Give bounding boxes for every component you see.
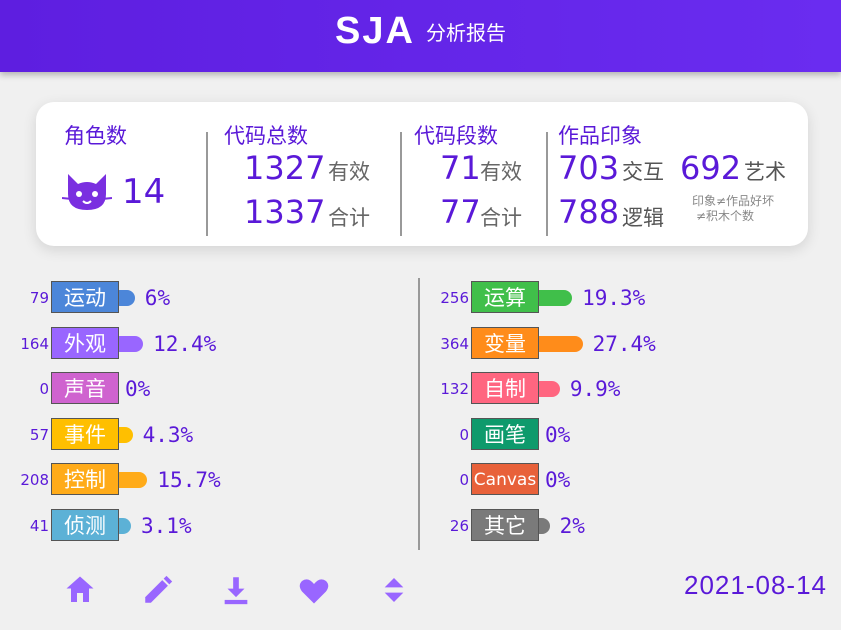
category-count: 364 — [440, 334, 469, 353]
impression-note-2: ≠积木个数 — [696, 209, 755, 223]
category-bar — [115, 472, 148, 488]
category-row: 132 自制 9.9% — [420, 372, 841, 406]
impression-art-value: 692 — [680, 149, 742, 187]
divider — [546, 132, 548, 236]
category-panel-left: 79 运动 6% 164 外观 12.4% 0 声音 0% 57 事件 4.3% 208 控制 15.7% 4… — [0, 278, 418, 550]
impression-interaction-value: 703 — [558, 149, 620, 187]
report-title: 分析报告 — [426, 21, 506, 45]
impression-note-1: 印象≠作品好坏 — [692, 194, 775, 208]
category-bar — [115, 335, 144, 352]
category-label: 其它 — [471, 508, 539, 541]
home-icon — [62, 572, 98, 612]
category-percent: 2% — [559, 513, 585, 538]
category-count: 0 — [459, 425, 469, 444]
code-total-valid: 1327 — [244, 149, 326, 187]
category-panel-right: 256 运算 19.3% 364 变量 27.4% 132 自制 9.9% 0 画笔 0% 0 Canva… — [420, 278, 841, 550]
divider — [206, 132, 208, 236]
category-count: 0 — [39, 380, 49, 398]
category-row: 41 侦测 3.1% — [0, 508, 418, 543]
cat-icon — [61, 170, 113, 214]
header: SJA 分析报告 — [0, 0, 841, 72]
category-row: 0 声音 0% — [0, 372, 418, 406]
category-percent: 0% — [125, 377, 151, 401]
impression-art-label: 艺术 — [744, 160, 786, 184]
roles-label: 角色数 — [64, 124, 127, 148]
category-row: 364 变量 27.4% — [420, 326, 841, 361]
roles-count: 14 — [122, 172, 166, 212]
impression-logic-label: 逻辑 — [622, 206, 664, 230]
category-count: 256 — [440, 289, 469, 307]
edit-button[interactable] — [138, 572, 178, 612]
divider — [400, 132, 402, 236]
category-row: 79 运动 6% — [0, 281, 418, 315]
category-row: 57 事件 4.3% — [0, 417, 418, 452]
impression-label: 作品印象 — [558, 124, 642, 148]
category-percent: 0% — [545, 468, 571, 492]
category-row: 256 运算 19.3% — [420, 281, 841, 315]
report-date: 2021-08-14 — [684, 570, 827, 600]
category-count: 0 — [459, 471, 469, 489]
category-row: 0 Canvas 0% — [420, 463, 841, 497]
category-percent: 27.4% — [592, 331, 656, 356]
sort-icon — [378, 574, 410, 610]
category-row: 164 外观 12.4% — [0, 326, 418, 361]
favorite-button[interactable] — [294, 572, 334, 612]
category-row: 208 控制 15.7% — [0, 463, 418, 497]
category-count: 132 — [440, 380, 469, 398]
category-row: 26 其它 2% — [420, 508, 841, 543]
category-label: 运算 — [471, 281, 539, 313]
category-label: 画笔 — [471, 417, 539, 450]
category-percent: 12.4% — [153, 331, 217, 356]
category-row: 0 画笔 0% — [420, 417, 841, 452]
code-seg-sum-label: 合计 — [480, 206, 522, 230]
category-label: 声音 — [51, 372, 119, 404]
category-percent: 15.7% — [157, 468, 221, 492]
category-count: 41 — [29, 516, 49, 535]
category-label: 运动 — [51, 281, 119, 313]
category-percent: 4.3% — [142, 422, 194, 447]
summary-card: 角色数 14 代码总数 1327 有效 1337 合计 代码段数 71 有效 7… — [36, 102, 808, 246]
category-label: 侦测 — [51, 508, 119, 541]
download-icon — [219, 573, 253, 611]
category-percent: 19.3% — [582, 286, 646, 310]
category-bar — [535, 335, 583, 352]
download-button[interactable] — [216, 572, 256, 612]
category-count: 164 — [20, 334, 49, 353]
category-label: 自制 — [471, 372, 539, 404]
code-total-sum-label: 合计 — [328, 206, 370, 230]
category-label: 控制 — [51, 463, 119, 495]
pencil-icon — [141, 573, 175, 611]
category-label: 事件 — [51, 417, 119, 450]
category-bar — [535, 290, 573, 306]
home-button[interactable] — [60, 572, 100, 612]
category-label: 外观 — [51, 326, 119, 359]
category-label: 变量 — [471, 326, 539, 359]
category-count: 208 — [20, 471, 49, 489]
app-logo: SJA — [334, 10, 415, 52]
category-percent: 3.1% — [141, 513, 192, 538]
brand: SJA 分析报告 — [0, 10, 841, 53]
code-seg-label: 代码段数 — [414, 124, 498, 148]
category-percent: 6% — [144, 286, 171, 310]
category-count: 26 — [449, 516, 469, 535]
code-total-valid-label: 有效 — [328, 160, 370, 184]
impression-logic-value: 788 — [558, 193, 620, 231]
category-count: 79 — [29, 289, 49, 307]
code-seg-sum: 77 — [440, 193, 481, 231]
impression-interaction-label: 交互 — [622, 160, 664, 184]
category-percent: 0% — [545, 422, 571, 447]
code-total-sum: 1337 — [244, 193, 326, 231]
category-count: 57 — [29, 425, 49, 444]
code-seg-valid-label: 有效 — [480, 160, 522, 184]
sort-button[interactable] — [374, 572, 414, 612]
code-seg-valid: 71 — [440, 149, 481, 187]
category-percent: 9.9% — [569, 377, 621, 401]
code-total-label: 代码总数 — [224, 124, 308, 148]
heart-icon — [296, 572, 332, 612]
category-label: Canvas — [471, 463, 539, 495]
